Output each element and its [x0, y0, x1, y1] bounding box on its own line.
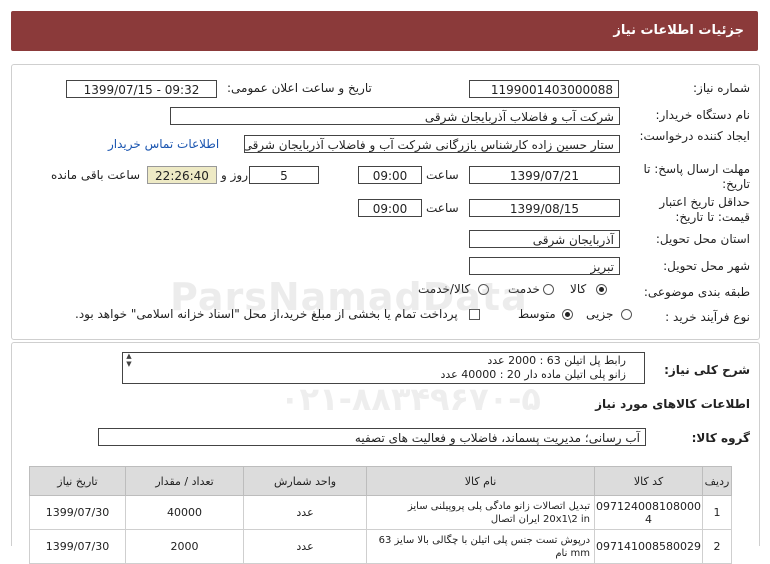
col-name: نام کالا: [366, 466, 596, 496]
page-header: جزئیات اطلاعات نیاز: [11, 11, 758, 51]
city-field: تبریز: [469, 257, 620, 275]
category-option-goods: کالا: [570, 282, 587, 296]
goods-group-label: گروه کالا:: [691, 431, 750, 445]
category-label: طبقه بندی موضوعی:: [643, 285, 750, 299]
page-title: جزئیات اطلاعات نیاز: [613, 23, 744, 38]
cell-qty: 40000: [125, 495, 245, 530]
buyer-contact-link[interactable]: اطلاعات تماس خریدار: [108, 137, 219, 151]
validity-date-field: 1399/08/15: [469, 199, 620, 217]
purchase-option-medium: متوسط: [518, 307, 556, 321]
need-number-field: 1199001403000088: [469, 80, 619, 98]
cell-name: درپوش تست جنس پلی اتیلن با چگالی بالا سا…: [366, 529, 596, 564]
description-scroll-arrows-icon[interactable]: ▲ ▼: [122, 352, 136, 384]
purchase-radio-medium[interactable]: [562, 309, 573, 320]
cell-qty: 2000: [125, 529, 245, 564]
need-number-label: شماره نیاز:: [693, 81, 750, 95]
reply-time-label: ساعت: [426, 168, 459, 182]
cell-index: 2: [702, 529, 732, 564]
goods-group-field: آب رسانی؛ مدیریت پسماند، فاضلاب و فعالیت…: [98, 428, 646, 446]
cell-name: تبدیل اتصالات زانو مادگی پلی پروپیلنی سا…: [366, 495, 596, 530]
cell-unit: عدد: [243, 529, 368, 564]
purchase-radio-minor[interactable]: [621, 309, 632, 320]
reply-time-field: 09:00: [358, 166, 422, 184]
description-line-2: زانو پلی اتیلن ماده دار 20 : 40000 عدد: [440, 368, 626, 381]
table-header-row: ردیف کد کالا نام کالا واحد شمارش تعداد /…: [28, 466, 732, 496]
category-radio-goods[interactable]: [596, 284, 607, 295]
creator-label: ایجاد کننده درخواست:: [639, 129, 750, 143]
col-code: کد کالا: [594, 466, 703, 496]
cell-code: 097124008108000 4: [594, 495, 703, 530]
remaining-time-field: 22:26:40: [147, 166, 217, 184]
category-radio-goods-service[interactable]: [478, 284, 489, 295]
cell-date: 1399/07/30: [28, 495, 127, 530]
cell-date: 1399/07/30: [28, 529, 127, 564]
cell-index: 1: [702, 495, 732, 530]
city-label: شهر محل تحویل:: [663, 259, 750, 273]
goods-table: ردیف کد کالا نام کالا واحد شمارش تعداد /…: [28, 466, 732, 564]
description-line-1: رابط پل اتیلن 63 : 2000 عدد: [487, 354, 626, 367]
treasury-payment-note: پرداخت تمام یا بخشی از مبلغ خرید،از محل …: [75, 307, 458, 321]
table-row[interactable]: 1 097124008108000 4 تبدیل اتصالات زانو م…: [28, 495, 732, 530]
buyer-field: شرکت آب و فاضلاب آذربایجان شرقی: [170, 107, 620, 125]
table-row[interactable]: 2 097141008580029 درپوش تست جنس پلی اتیل…: [28, 529, 732, 564]
announce-field: 1399/07/15 - 09:32: [66, 80, 217, 98]
col-index: ردیف: [702, 466, 732, 496]
buyer-label: نام دستگاه خریدار:: [655, 108, 751, 122]
goods-section-title: اطلاعات کالاهای مورد نیاز: [595, 397, 750, 411]
treasury-payment-checkbox[interactable]: [469, 309, 480, 320]
validity-time-field: 09:00: [358, 199, 422, 217]
cell-code: 097141008580029: [594, 529, 703, 564]
col-unit: واحد شمارش: [243, 466, 368, 496]
days-label: روز و: [221, 168, 248, 182]
remaining-time-label: ساعت باقی مانده: [51, 168, 141, 182]
purchase-type-label: نوع فرآیند خرید :: [665, 310, 750, 324]
days-remaining-field: 5: [249, 166, 319, 184]
col-date: تاریخ نیاز: [28, 466, 127, 496]
description-textarea[interactable]: رابط پل اتیلن 63 : 2000 عدد زانو پلی اتی…: [122, 352, 645, 384]
reply-deadline-label: مهلت ارسال پاسخ: تا تاریخ:: [643, 162, 750, 191]
province-field: آذربایجان شرقی: [469, 230, 620, 248]
announce-label: تاریخ و ساعت اعلان عمومی:: [227, 81, 372, 95]
category-option-goods-service: کالا/خدمت: [418, 282, 471, 296]
col-qty: تعداد / مقدار: [125, 466, 245, 496]
category-option-service: خدمت: [508, 282, 540, 296]
purchase-option-minor: جزیی: [586, 307, 614, 321]
validity-time-label: ساعت: [426, 201, 459, 215]
reply-date-field: 1399/07/21: [469, 166, 620, 184]
cell-unit: عدد: [243, 495, 368, 530]
province-label: استان محل تحویل:: [655, 232, 750, 246]
validity-label: حداقل تاریخ اعتبار قیمت: تا تاریخ:: [659, 195, 750, 224]
category-radio-service[interactable]: [543, 284, 554, 295]
description-label: شرح کلی نیاز:: [664, 363, 750, 377]
creator-field: ستار حسین زاده کارشناس بازرگانی شرکت آب …: [244, 135, 620, 153]
